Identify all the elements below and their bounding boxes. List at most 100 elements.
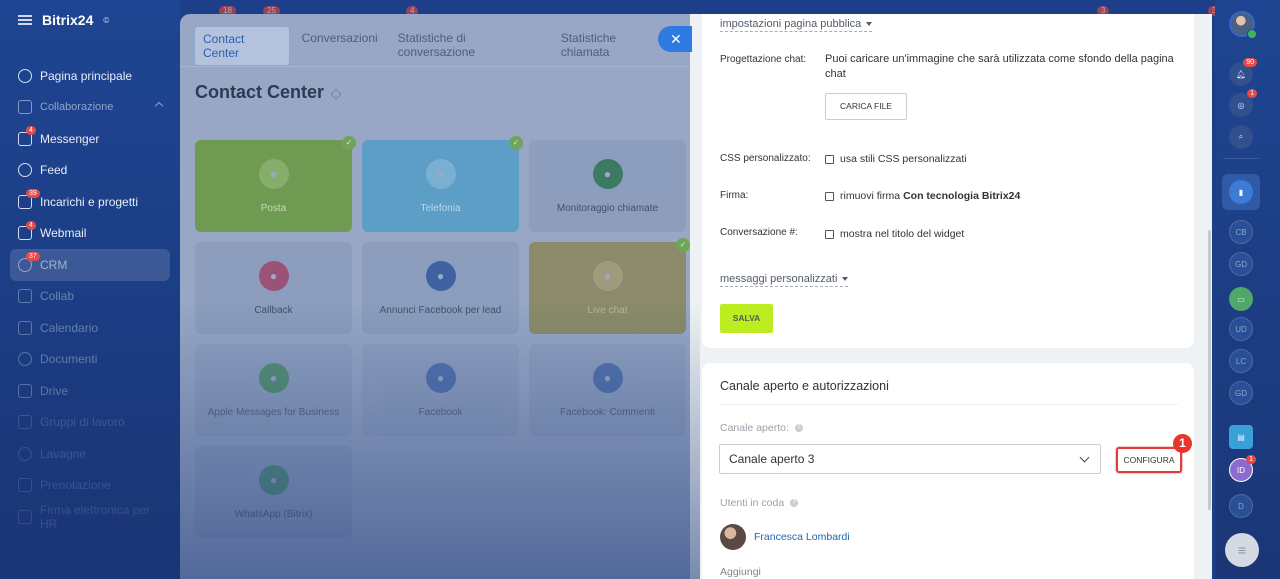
queue-user-name[interactable]: Francesca Lombardi [754, 531, 850, 543]
bookmark-button[interactable]: ▮ [1229, 180, 1253, 204]
sidebar-item-badge: 39 [26, 189, 40, 198]
close-icon: ✕ [670, 31, 682, 47]
channel-tile[interactable]: ● Telefonia ✓ [362, 136, 523, 232]
custom-messages-link[interactable]: messaggi personalizzati [720, 273, 849, 287]
sidebar-item-label: Pagina principale [40, 68, 133, 83]
channel-tile[interactable]: ● WhatsApp (Bitrix) [195, 446, 352, 538]
activity-button[interactable]: ◎ 1 [1229, 89, 1257, 117]
menu-icon[interactable] [18, 15, 32, 25]
configure-button[interactable]: CONFIGURA [1116, 447, 1182, 473]
rail-avatar[interactable]: D [1229, 494, 1253, 518]
app-logo[interactable]: Bitrix24 © [18, 12, 109, 28]
divider [1223, 158, 1259, 159]
tab-conversazioni[interactable]: Conversazioni [294, 26, 386, 66]
channel-tile[interactable]: ● Annunci Facebook per lead [362, 242, 519, 334]
channel-tile[interactable]: ● Facebook: Commenti [529, 344, 686, 436]
sidebar-item-badge: 4 [26, 220, 36, 230]
sidebar-item[interactable]: Drive [10, 375, 170, 407]
sidebar-item[interactable]: Pagina principale [10, 60, 170, 92]
channel-tile[interactable]: ● Monitoraggio chiamate [529, 140, 686, 232]
channel-tile[interactable]: ● Posta ✓ [195, 136, 356, 232]
sidebar-item[interactable]: Collab [10, 281, 170, 313]
rail-avatar[interactable]: CB [1229, 220, 1253, 244]
upload-file-button[interactable]: CARICA FILE [825, 93, 907, 120]
id-card-icon: ▭ [1237, 294, 1245, 304]
menu-fab-button[interactable]: ≡ [1225, 533, 1259, 567]
sidebar-item-label: Webmail [40, 226, 87, 241]
chat-group-button[interactable]: ▤ [1229, 425, 1253, 449]
queue-label-text: Utenti in coda [720, 497, 785, 509]
channel-tile[interactable]: ● Callback [195, 242, 352, 334]
sidebar-item[interactable]: Collaborazione [10, 92, 170, 124]
tab-statistiche-chiamata[interactable]: Statistiche chiamata [553, 26, 672, 66]
public-page-settings-link[interactable]: impostazioni pagina pubblica [720, 18, 873, 32]
chevron-up-icon[interactable] [154, 101, 164, 110]
signature-checkbox[interactable] [825, 191, 834, 201]
help-icon[interactable]: ? [790, 499, 799, 507]
sidebar-item-label: Calendario [40, 320, 99, 335]
notifications-button[interactable]: 🔔︎ 90 [1229, 58, 1257, 86]
sidebar-item[interactable]: Feed [10, 155, 170, 187]
open-channel-select[interactable]: Canale aperto 3 [719, 444, 1101, 474]
channel-tile[interactable]: ● Apple Messages for Business [195, 344, 352, 436]
channel-tile-label: Facebook [418, 406, 463, 418]
search-icon: ⌕ [1238, 132, 1244, 141]
drive-icon [18, 383, 32, 398]
queue-user[interactable]: Francesca Lombardi [720, 524, 850, 550]
chat-icon: ▤ [1237, 432, 1245, 442]
open-channel-label-text: Canale aperto: [720, 422, 789, 434]
close-slider-button[interactable]: ✕ [658, 26, 692, 52]
save-button[interactable]: SALVA [720, 304, 773, 333]
channel-tile-label: Monitoraggio chiamate [556, 202, 659, 214]
rail-avatar[interactable]: GD [1229, 381, 1253, 405]
rail-avatar-initials: UD [1235, 324, 1247, 334]
sidebar-item[interactable]: Webmail 4 [10, 218, 170, 250]
css-checkbox[interactable] [825, 154, 834, 164]
css-option[interactable]: usa stili CSS personalizzati [825, 153, 967, 165]
sidebar-item[interactable]: CRM 37 [10, 249, 170, 281]
queue-label: Utenti in coda? [720, 497, 799, 509]
conversation-checkbox[interactable] [825, 229, 834, 239]
left-sidebar: Bitrix24 © Pagina principale Collaborazion… [0, 0, 180, 579]
edit-icon[interactable] [330, 88, 342, 100]
signature-label: Firma: [720, 190, 749, 201]
tab-contact-center[interactable]: Contact Center [194, 26, 290, 66]
rail-avatar[interactable]: ID 1 [1229, 455, 1256, 482]
sidebar-item[interactable]: Documenti [10, 344, 170, 376]
check-icon: ✓ [342, 136, 356, 150]
help-icon[interactable]: ? [794, 424, 803, 432]
user-avatar[interactable] [1229, 11, 1257, 39]
rail-avatar[interactable]: UD [1229, 317, 1253, 341]
bell-icon: 🔔︎ [1235, 69, 1247, 79]
rail-avatar-initials: LC [1235, 356, 1247, 366]
scrollbar[interactable] [1208, 230, 1211, 510]
channel-tile[interactable]: ● Live chat ✓ [529, 238, 690, 334]
sidebar-item[interactable]: Prenotazione [10, 470, 170, 502]
sidebar-item[interactable]: Calendario [10, 312, 170, 344]
conversation-option[interactable]: mostra nel titolo del widget [825, 228, 964, 240]
call-tracking-icon: ● [592, 158, 623, 189]
contact-card-button[interactable]: ▭ [1229, 287, 1253, 311]
sidebar-item[interactable]: Gruppi di lavoro [10, 407, 170, 439]
sidebar-item[interactable]: Lavagne [10, 438, 170, 470]
signature-option-text: rimuovi firma [840, 190, 901, 202]
sidebar-item-label: Firma elettronica per HR [40, 502, 151, 531]
signature-option[interactable]: rimuovi firma Con tecnologia Bitrix24 [825, 190, 1020, 202]
sidebar-nav: Pagina principale Collaborazione Messenger… [10, 60, 170, 533]
rail-avatar[interactable]: GD [1229, 252, 1253, 276]
add-user-link[interactable]: Aggiungi [720, 566, 761, 578]
sidebar-item[interactable]: Messenger 4 [10, 123, 170, 155]
notifications-badge: 90 [1243, 58, 1257, 67]
sidebar-item[interactable]: Incarichi e progetti 39 [10, 186, 170, 218]
sidebar-item-badge: 37 [26, 252, 40, 261]
cc-tabs: Contact Center Conversazioni Statistiche… [194, 26, 700, 66]
rail-avatar[interactable]: LC [1229, 349, 1253, 373]
channel-tile-label: Facebook: Commenti [559, 406, 656, 418]
sidebar-item-label: Lavagne [40, 446, 87, 461]
tab-statistiche-conversazione[interactable]: Statistiche di conversazione [390, 26, 549, 66]
channel-tile[interactable]: ● Facebook [362, 344, 519, 436]
sidebar-item[interactable]: Firma elettronica per HR [10, 501, 170, 533]
search-button[interactable]: ⌕ [1229, 125, 1253, 149]
open-channel-card: Canale aperto e autorizzazioni Canale ap… [702, 363, 1194, 579]
sidebar-item-badge: 4 [26, 126, 36, 135]
